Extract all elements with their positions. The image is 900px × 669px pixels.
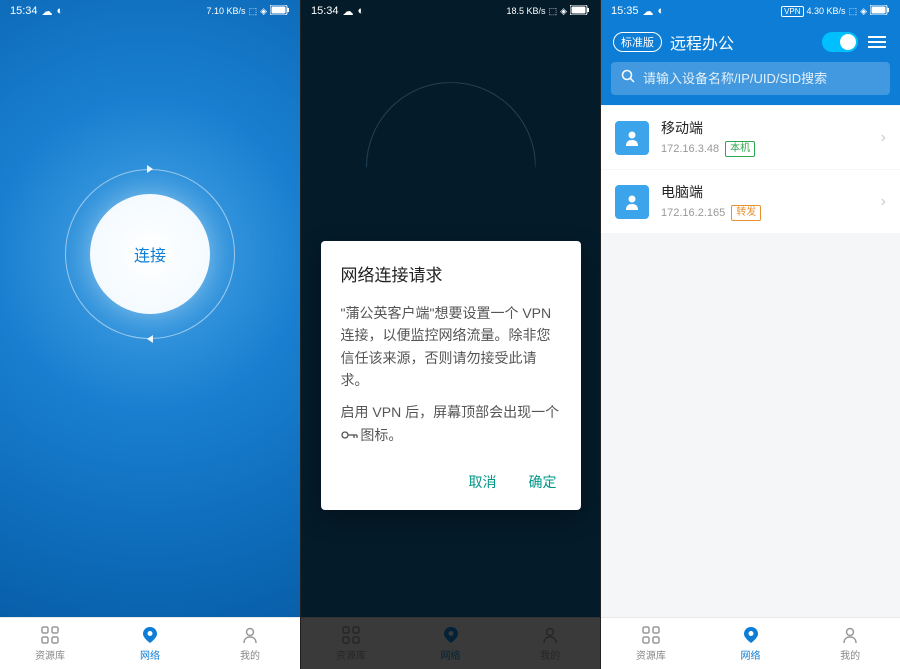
status-time: 15:34 (311, 5, 339, 17)
dialog-body-line2: 启用 VPN 后，屏幕顶部会出现一个 图标。 (341, 401, 561, 446)
connect-label: 连接 (134, 242, 166, 266)
device-name: 电脑端 (661, 182, 869, 202)
circle-icon: ◐ (658, 5, 665, 17)
status-bar: 15:35 ☁ ◐ VPN 4.30 KB/s ⬚ ◈ (601, 0, 900, 22)
device-ip: 172.16.3.48 (661, 143, 719, 155)
nfc-icon: ⬚ (249, 6, 258, 17)
bottom-nav: 资源库 网络 我的 (601, 617, 900, 669)
nav-resources[interactable]: 资源库 (601, 618, 701, 669)
device-item[interactable]: 移动端 172.16.3.48 本机 › (601, 106, 900, 169)
connection-toggle[interactable] (822, 32, 858, 52)
person-icon (840, 625, 860, 645)
network-icon (140, 625, 160, 645)
battery-icon (870, 5, 890, 17)
chevron-right-icon: › (881, 129, 886, 147)
chevron-right-icon: › (881, 193, 886, 211)
nav-network[interactable]: 网络 (100, 618, 200, 669)
connect-ring: 连接 (65, 169, 235, 339)
nfc-icon: ⬚ (549, 6, 558, 17)
network-icon (741, 625, 761, 645)
nfc-icon: ⬚ (849, 6, 858, 17)
phone-screen-dialog: 15:34 ☁ ◐ 18.5 KB/s ⬚ ◈ 网络连接请求 "蒲公英客户端"想… (300, 0, 600, 669)
nav-mine[interactable]: 我的 (200, 618, 300, 669)
status-bar: 15:34 ☁ ◐ 7.10 KB/s ⬚ ◈ (0, 0, 300, 22)
device-avatar-icon (615, 185, 649, 219)
confirm-button[interactable]: 确定 (525, 466, 561, 498)
device-avatar-icon (615, 121, 649, 155)
cloud-icon: ☁ (343, 5, 354, 18)
wifi-icon: ◈ (560, 6, 567, 17)
header: 15:35 ☁ ◐ VPN 4.30 KB/s ⬚ ◈ 标准版 远程办公 (601, 0, 900, 105)
menu-icon[interactable] (866, 34, 888, 50)
connect-button[interactable]: 连接 (90, 194, 210, 314)
grid-icon (641, 625, 661, 645)
device-info: 电脑端 172.16.2.165 转发 (661, 182, 869, 221)
status-time: 15:35 (611, 5, 639, 17)
nav-mine[interactable]: 我的 (800, 618, 900, 669)
phone-screen-device-list: 15:35 ☁ ◐ VPN 4.30 KB/s ⬚ ◈ 标准版 远程办公 (600, 0, 900, 669)
status-time: 15:34 (10, 5, 38, 17)
page-title: 远程办公 (670, 30, 814, 54)
edition-badge: 标准版 (613, 32, 662, 52)
device-item[interactable]: 电脑端 172.16.2.165 转发 › (601, 170, 900, 233)
dialog-body-line1: "蒲公英客户端"想要设置一个 VPN 连接，以便监控网络流量。除非您信任该来源，… (341, 302, 561, 392)
speed-indicator: 4.30 KB/s (807, 6, 846, 16)
wifi-icon: ◈ (260, 6, 267, 17)
circle-icon: ◐ (358, 5, 365, 17)
battery-icon (270, 5, 290, 17)
nav-label: 网络 (741, 647, 761, 662)
dialog-actions: 取消 确定 (341, 460, 561, 498)
search-icon (621, 69, 635, 88)
nav-resources[interactable]: 资源库 (0, 618, 100, 669)
dialog-body: "蒲公英客户端"想要设置一个 VPN 连接，以便监控网络流量。除非您信任该来源，… (341, 302, 561, 446)
circle-icon: ◐ (57, 5, 64, 17)
vpn-permission-dialog: 网络连接请求 "蒲公英客户端"想要设置一个 VPN 连接，以便监控网络流量。除非… (321, 241, 581, 510)
speed-indicator: 18.5 KB/s (507, 6, 546, 16)
device-name: 移动端 (661, 118, 869, 138)
title-bar: 标准版 远程办公 (601, 22, 900, 62)
wifi-icon: ◈ (860, 6, 867, 17)
key-icon (341, 424, 357, 434)
cloud-icon: ☁ (643, 5, 654, 18)
bottom-nav: 资源库 网络 我的 (0, 617, 300, 669)
grid-icon (40, 625, 60, 645)
speed-indicator: 7.10 KB/s (207, 6, 246, 16)
cancel-button[interactable]: 取消 (465, 466, 501, 498)
nav-label: 资源库 (636, 647, 666, 662)
dialog-title: 网络连接请求 (341, 261, 561, 286)
nav-network[interactable]: 网络 (701, 618, 801, 669)
search-input[interactable] (643, 71, 880, 86)
device-tag: 本机 (725, 141, 755, 157)
device-list: 移动端 172.16.3.48 本机 › 电脑端 172.16.2.165 (601, 105, 900, 669)
search-box[interactable] (611, 62, 890, 95)
phone-screen-connect: 15:34 ☁ ◐ 7.10 KB/s ⬚ ◈ 连接 (0, 0, 300, 669)
vpn-badge: VPN (781, 6, 803, 17)
cloud-icon: ☁ (42, 5, 53, 18)
person-icon (240, 625, 260, 645)
nav-label: 我的 (840, 647, 860, 662)
device-ip: 172.16.2.165 (661, 207, 725, 219)
device-info: 移动端 172.16.3.48 本机 (661, 118, 869, 157)
nav-label: 资源库 (35, 647, 65, 662)
device-tag: 转发 (731, 205, 761, 221)
battery-icon (570, 5, 590, 17)
nav-label: 我的 (240, 647, 260, 662)
nav-label: 网络 (140, 647, 160, 662)
status-bar: 15:34 ☁ ◐ 18.5 KB/s ⬚ ◈ (301, 0, 600, 22)
